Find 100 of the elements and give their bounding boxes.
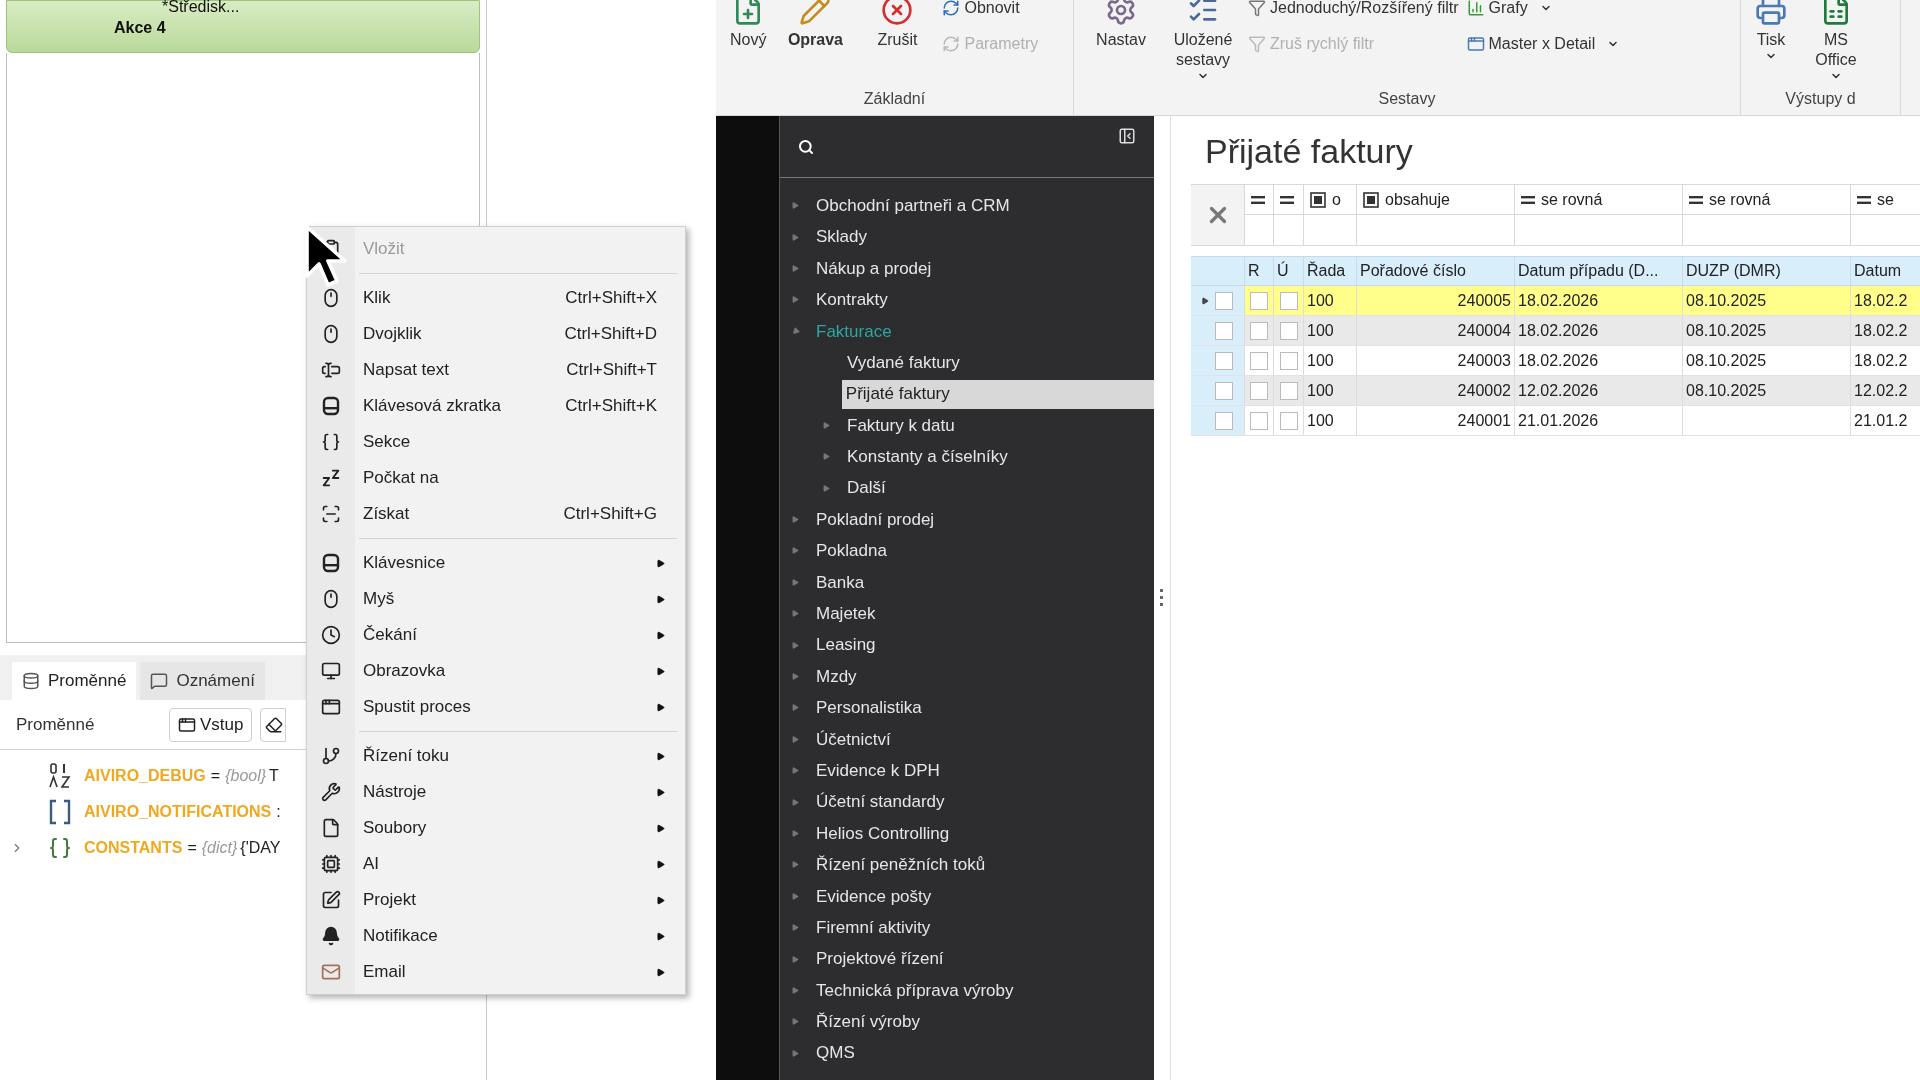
column-header[interactable]: R [1244, 257, 1273, 285]
menu-item[interactable]: Nástroje [307, 774, 685, 810]
checkbox[interactable] [1279, 411, 1298, 430]
expand-arrow-icon[interactable] [792, 233, 799, 241]
ribbon-button[interactable]: Grafy [1466, 0, 1620, 22]
input-button[interactable]: Vstup [169, 707, 253, 742]
navigation-item[interactable]: Další [780, 472, 1154, 504]
menu-item[interactable]: Projekt [307, 882, 685, 918]
expand-arrow-icon[interactable] [792, 704, 799, 712]
menu-item[interactable]: AI [307, 846, 685, 882]
menu-item[interactable]: Dvojklik Ctrl+Shift+D [307, 316, 685, 352]
expand-arrow-icon[interactable] [792, 924, 799, 932]
navigation-item[interactable]: Projektové řízení [780, 943, 1154, 975]
table-row[interactable]: 100 240005 18.02.2026 08.10.2025 18.02.2 [1191, 286, 1920, 316]
navigation-item[interactable]: Helios Controlling [780, 817, 1154, 850]
grip-icon[interactable] [1160, 589, 1164, 607]
navigation-item[interactable]: Personalistika [780, 692, 1154, 724]
navigation-item[interactable]: Konstanty a číselníky [780, 441, 1154, 473]
navigation-item[interactable]: Evidence pošty [780, 880, 1154, 912]
navigation-item[interactable]: Firemní aktivity [780, 912, 1154, 944]
expand-arrow-icon[interactable] [792, 202, 799, 210]
table-row[interactable]: 100 240004 18.02.2026 08.10.2025 18.02.2 [1191, 316, 1920, 346]
panel-tab[interactable]: Oznámení [140, 662, 265, 700]
menu-item[interactable]: Získat Ctrl+Shift+G [307, 496, 685, 532]
expand-arrow-icon[interactable] [792, 673, 799, 681]
filter-operator[interactable]: se rovná [1683, 185, 1850, 215]
checkbox[interactable] [1250, 381, 1268, 400]
table-row[interactable]: 100 240003 18.02.2026 08.10.2025 18.02.2 [1191, 346, 1920, 376]
menu-item[interactable]: Klávesnice [307, 545, 685, 581]
expand-arrow-icon[interactable] [792, 578, 799, 586]
expand-arrow-icon[interactable] [792, 641, 799, 649]
checkbox[interactable] [1215, 381, 1233, 400]
menu-item[interactable]: Klávesová zkratka Ctrl+Shift+K [307, 388, 685, 424]
expand-arrow-icon[interactable] [792, 516, 799, 524]
expand-arrow-icon[interactable] [792, 986, 799, 994]
expand-arrow-icon[interactable] [792, 610, 799, 618]
ribbon-button[interactable]: Nový [726, 0, 771, 50]
navigation-item[interactable]: Řízení výroby [780, 1006, 1154, 1038]
menu-item[interactable]: Počkat na [307, 460, 685, 496]
table-row[interactable]: 100 240001 21.01.2026 21.01.2 [1191, 406, 1920, 436]
checkbox[interactable] [1215, 411, 1233, 430]
column-header[interactable]: DUZP (DMR) [1682, 257, 1850, 285]
checkbox[interactable] [1279, 321, 1298, 340]
expand-arrow-icon[interactable] [792, 296, 799, 304]
navigation-item[interactable]: Účetní standardy [780, 786, 1154, 818]
navigation-item[interactable]: QMS [780, 1037, 1154, 1069]
action-card[interactable]: *Středisk... Akce 4 [6, 0, 481, 53]
expand-arrow-icon[interactable] [792, 1018, 799, 1026]
table-row[interactable]: 100 240002 12.02.2026 08.10.2025 12.02.2 [1191, 376, 1920, 406]
menu-item[interactable]: Klik Ctrl+Shift+X [307, 280, 685, 316]
ribbon-button[interactable]: Jednoduchý/Rozšířený filtr [1248, 0, 1459, 22]
expand-arrow-icon[interactable] [823, 453, 830, 461]
column-header[interactable]: Datum případu (D... [1514, 257, 1682, 285]
navigation-item[interactable]: Pokladní prodej [780, 503, 1154, 536]
expand-arrow-icon[interactable] [792, 798, 799, 806]
menu-item[interactable]: Notifikace [307, 918, 685, 954]
menu-item[interactable]: Napsat text Ctrl+Shift+T [307, 352, 685, 388]
checkbox[interactable] [1215, 291, 1233, 310]
navigation-item[interactable]: Účetnictví [780, 723, 1154, 756]
menu-item[interactable]: Email [307, 954, 685, 990]
checkbox[interactable] [1250, 411, 1268, 430]
expand-arrow-icon[interactable] [823, 484, 830, 492]
checkbox[interactable] [1215, 321, 1233, 340]
navigation-item[interactable]: Obchodní partneři a CRM [780, 190, 1154, 222]
filter-operator[interactable]: obsahuje [1357, 185, 1514, 215]
checkbox[interactable] [1250, 351, 1268, 370]
ribbon-button[interactable]: Uložené sestavy [1166, 0, 1240, 82]
expand-arrow-icon[interactable] [792, 735, 799, 743]
expand-arrow-icon[interactable] [823, 421, 830, 429]
navigation-item[interactable]: Banka [780, 566, 1154, 599]
checkbox[interactable] [1250, 291, 1268, 310]
navigation-item[interactable]: Řízení peněžních toků [780, 849, 1154, 881]
ribbon-button[interactable]: Nastav [1084, 0, 1158, 50]
menu-item[interactable]: Spustit proces [307, 689, 685, 725]
menu-item[interactable]: Čekání [307, 617, 685, 653]
expand-arrow-icon[interactable] [792, 830, 799, 837]
panel-tab[interactable]: Proměnné [12, 662, 137, 700]
navigation-item[interactable]: Nákup a prodej [780, 252, 1154, 285]
navigation-item[interactable]: Kontrakty [780, 284, 1154, 316]
ribbon-button[interactable]: Zrušit [860, 0, 935, 50]
panel-toggle-icon[interactable] [1118, 126, 1136, 145]
navigation-item[interactable]: Pokladna [780, 535, 1154, 567]
search-icon[interactable] [798, 138, 814, 155]
ribbon-button[interactable]: Tisk [1751, 0, 1791, 62]
navigation-item[interactable]: Faktury k datu [780, 409, 1154, 442]
expand-arrow-icon[interactable] [792, 861, 799, 869]
navigation-item[interactable]: Mzdy [780, 660, 1154, 693]
checkbox[interactable] [1279, 291, 1298, 310]
column-header[interactable]: Datum [1850, 257, 1920, 285]
menu-item[interactable]: Obrazovka [307, 653, 685, 689]
navigation-item[interactable]: Fakturace [780, 315, 1154, 347]
column-header[interactable]: Řada [1303, 257, 1356, 285]
expand-arrow-icon[interactable] [792, 547, 799, 555]
menu-item[interactable]: Myš [307, 581, 685, 617]
navigation-item[interactable]: Sklady [780, 221, 1154, 253]
expand-arrow-icon[interactable] [792, 892, 799, 900]
navigation-item[interactable]: Leasing [780, 629, 1154, 661]
ribbon-button[interactable]: Master x Detail [1466, 30, 1620, 58]
filter-operator[interactable]: se [1851, 185, 1920, 215]
checkbox[interactable] [1215, 351, 1233, 370]
